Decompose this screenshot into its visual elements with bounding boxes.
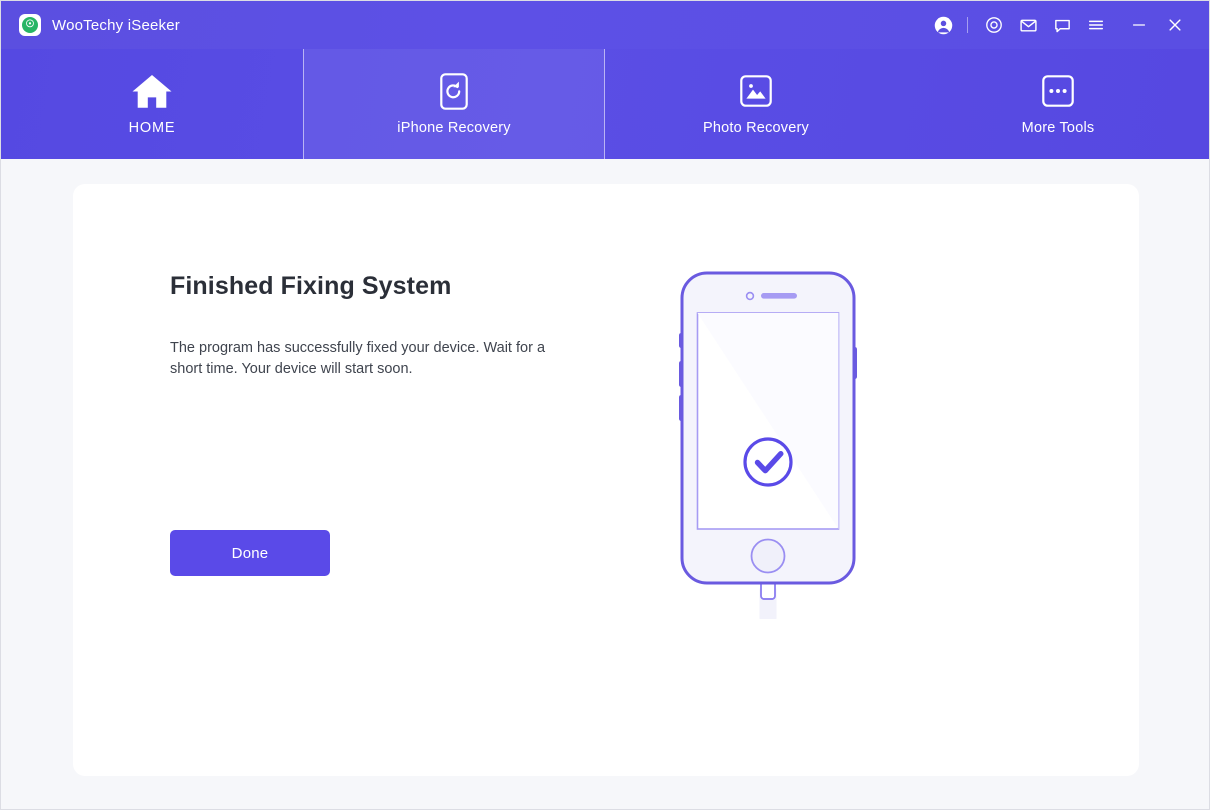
app-brand: ☉ WooTechy iSeeker [19,14,180,36]
main-content: Finished Fixing System The program has s… [1,159,1209,809]
titlebar-divider [967,17,968,33]
tab-photo-recovery[interactable]: Photo Recovery [605,49,907,159]
close-icon[interactable] [1157,8,1193,42]
account-avatar-icon[interactable] [926,8,960,42]
tab-more-tools[interactable]: More Tools [907,49,1209,159]
main-navigation: HOME iPhone Recovery Photo Recovery More… [1,49,1209,159]
minimize-icon[interactable] [1121,8,1157,42]
phone-refresh-icon [440,72,468,110]
target-icon[interactable] [977,8,1011,42]
app-title: WooTechy iSeeker [52,16,180,34]
tab-more-tools-label: More Tools [1021,120,1095,136]
tab-iphone-recovery-label: iPhone Recovery [397,120,511,136]
done-button[interactable]: Done [170,530,330,577]
more-dots-icon [1042,72,1074,110]
tab-photo-recovery-label: Photo Recovery [703,120,809,136]
content-card: Finished Fixing System The program has s… [73,184,1139,776]
app-logo-glyph: ☉ [22,17,38,33]
image-icon [740,72,772,110]
content-copy: Finished Fixing System The program has s… [73,184,593,577]
tab-iphone-recovery[interactable]: iPhone Recovery [303,49,605,159]
title-bar: ☉ WooTechy iSeeker [1,1,1209,49]
app-logo-icon: ☉ [19,14,41,36]
hamburger-menu-icon[interactable] [1079,8,1113,42]
iphone-success-illustration [673,269,863,624]
app-window: ☉ WooTechy iSeeker HOME iPhone Recovery … [0,0,1210,810]
page-title: Finished Fixing System [170,272,452,300]
tab-home[interactable]: HOME [1,49,303,159]
titlebar-actions [926,8,1193,42]
chat-bubble-icon[interactable] [1045,8,1079,42]
home-icon [129,72,175,110]
envelope-icon[interactable] [1011,8,1045,42]
page-description: The program has successfully fixed your … [170,340,546,377]
tab-home-label: HOME [128,120,176,136]
